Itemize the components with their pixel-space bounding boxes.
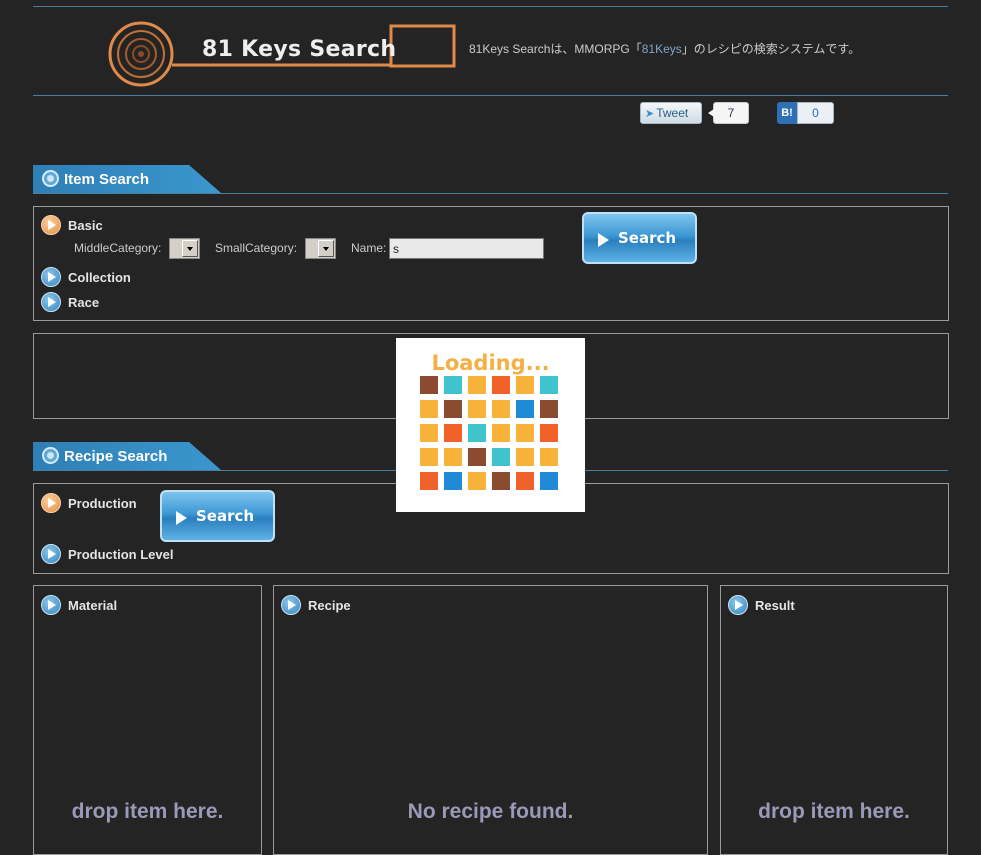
- tweet-button[interactable]: ➤ Tweet: [640, 102, 702, 124]
- result-drop-zone-text: drop item here.: [758, 800, 910, 823]
- recipe-icon: [281, 595, 301, 615]
- small-category-select[interactable]: [305, 238, 336, 259]
- loading-tile: [468, 424, 486, 442]
- recipe-search-button[interactable]: Search: [160, 490, 275, 542]
- result-panel[interactable]: Result drop item here.: [720, 585, 948, 855]
- loading-tile: [468, 472, 486, 490]
- loading-tile: [516, 472, 534, 490]
- material-icon: [41, 595, 61, 615]
- loading-tile: [516, 448, 534, 466]
- result-icon: [728, 595, 748, 615]
- loading-tile: [540, 472, 558, 490]
- loading-tile: [492, 448, 510, 466]
- production-label[interactable]: Production: [68, 496, 137, 511]
- loading-tile: [540, 424, 558, 442]
- loading-tile: [420, 376, 438, 394]
- item-search-button[interactable]: Search: [582, 212, 697, 264]
- loading-tile: [468, 376, 486, 394]
- loading-tile: [420, 400, 438, 418]
- recipe-search-tab: Recipe Search: [33, 442, 221, 470]
- loading-tile: [540, 400, 558, 418]
- loading-tile: [468, 448, 486, 466]
- item-search-divider: [33, 193, 948, 194]
- loading-tile: [444, 448, 462, 466]
- loading-tile: [468, 400, 486, 418]
- loading-tile: [492, 472, 510, 490]
- loading-tile: [492, 424, 510, 442]
- loading-tile: [444, 376, 462, 394]
- loading-tile: [444, 400, 462, 418]
- loading-tile: [492, 400, 510, 418]
- header-divider: [33, 95, 948, 96]
- expand-race-icon[interactable]: [41, 292, 61, 312]
- loading-tile: [492, 376, 510, 394]
- twitter-bird-icon: ➤: [645, 108, 655, 120]
- tagline-suffix: 」のレシピの検索システムです。: [681, 42, 861, 56]
- small-category-label: SmallCategory:: [215, 241, 298, 255]
- expand-collection-icon[interactable]: [41, 267, 61, 287]
- name-input[interactable]: [389, 238, 544, 259]
- expand-production-level-icon[interactable]: [41, 544, 61, 564]
- basic-label[interactable]: Basic: [68, 218, 103, 233]
- loading-tile: [516, 376, 534, 394]
- section-icon: [42, 170, 59, 187]
- race-label[interactable]: Race: [68, 295, 99, 310]
- expand-basic-icon[interactable]: [41, 215, 61, 235]
- name-label: Name:: [351, 241, 387, 255]
- result-label: Result: [755, 598, 795, 613]
- collection-label[interactable]: Collection: [68, 270, 131, 285]
- middle-category-label: MiddleCategory:: [74, 241, 162, 255]
- loading-overlay: Loading...: [396, 338, 585, 512]
- loading-tile: [540, 376, 558, 394]
- hatena-bookmark-button[interactable]: B!: [777, 102, 797, 124]
- chevron-down-icon: [182, 240, 198, 257]
- loading-tile: [516, 424, 534, 442]
- loading-tile: [420, 448, 438, 466]
- loading-title: Loading...: [431, 351, 550, 375]
- item-search-panel: Basic MiddleCategory: SmallCategory: Nam…: [33, 206, 949, 321]
- loading-tile: [444, 424, 462, 442]
- loading-tile: [420, 472, 438, 490]
- section-icon: [42, 447, 59, 464]
- middle-category-select[interactable]: [169, 238, 200, 259]
- site-tagline: 81Keys Searchは、MMORPG「81Keys」のレシピの検索システム…: [469, 40, 860, 57]
- hatena-bookmark-count: 0: [797, 102, 834, 124]
- material-drop-zone-text: drop item here.: [71, 800, 224, 823]
- top-divider: [33, 6, 948, 7]
- recipe-panel: Recipe No recipe found.: [273, 585, 708, 855]
- logo-title: 81 Keys Search: [202, 37, 397, 62]
- recipe-search-title: Recipe Search: [64, 448, 168, 465]
- tweet-count: 7: [708, 102, 749, 124]
- expand-production-icon[interactable]: [41, 493, 61, 513]
- material-label: Material: [68, 598, 118, 613]
- production-level-label[interactable]: Production Level: [68, 547, 173, 562]
- tagline-prefix: 81Keys Searchは、MMORPG「: [469, 42, 642, 56]
- 81keys-link[interactable]: 81Keys: [642, 42, 682, 56]
- item-search-title: Item Search: [64, 171, 150, 188]
- recipe-empty-text: No recipe found.: [407, 800, 574, 823]
- loading-tile: [420, 424, 438, 442]
- material-panel[interactable]: Material drop item here.: [33, 585, 262, 855]
- loading-tile: [540, 448, 558, 466]
- tweet-label: Tweet: [656, 106, 689, 120]
- loading-tile: [444, 472, 462, 490]
- site-logo[interactable]: 81 Keys Search: [108, 21, 458, 87]
- item-search-tab: Item Search: [33, 165, 221, 193]
- recipe-label: Recipe: [308, 598, 351, 613]
- chevron-down-icon: [318, 240, 334, 257]
- loading-tile: [516, 400, 534, 418]
